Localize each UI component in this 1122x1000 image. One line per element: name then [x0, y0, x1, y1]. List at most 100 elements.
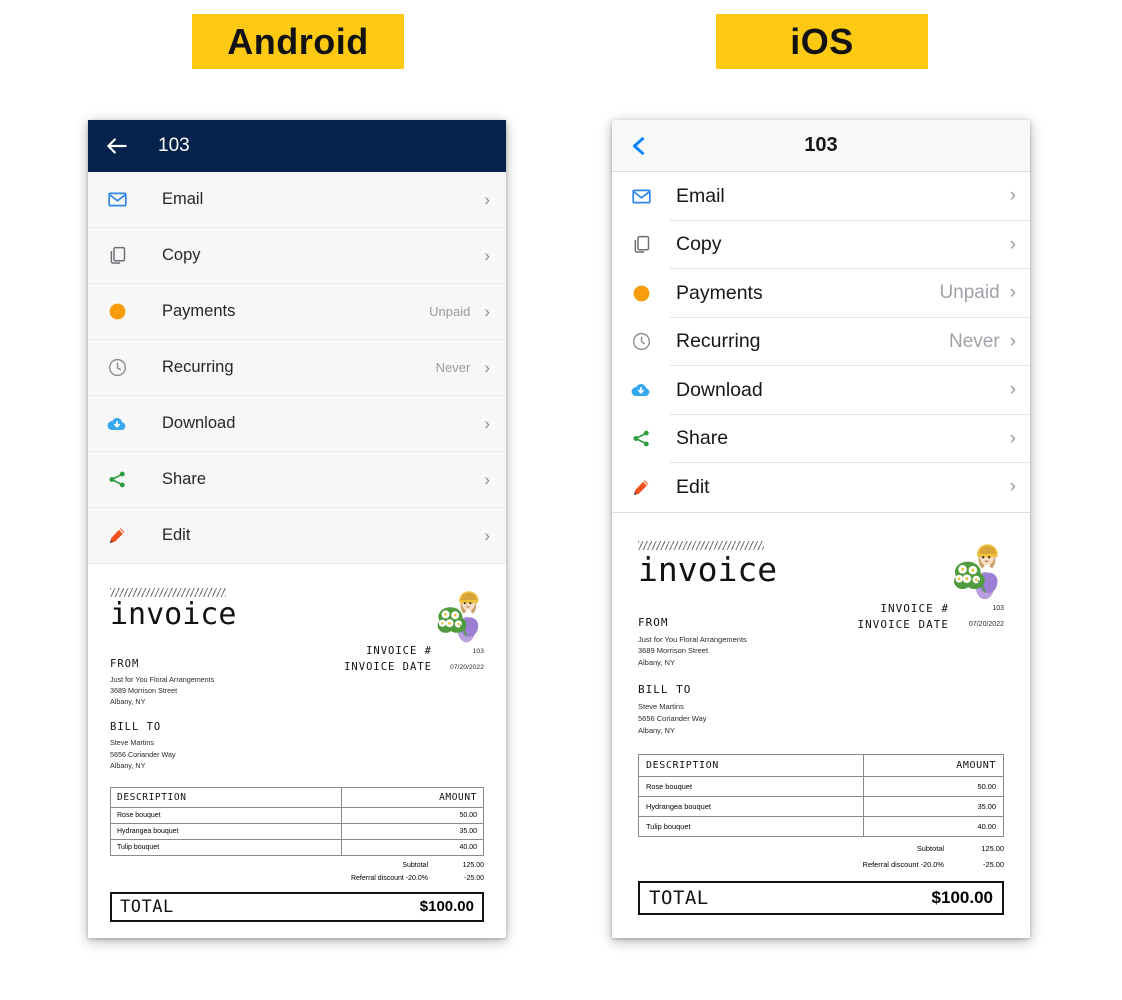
ios-menu-label: Email: [676, 184, 725, 207]
discount-label: Referral discount -20.0%: [350, 874, 428, 882]
chevron-right-icon: ›: [1009, 185, 1016, 207]
ios-menu-item-share[interactable]: Share ›: [612, 414, 1030, 463]
android-menu-item-recurring[interactable]: Recurring Never ›: [88, 340, 506, 396]
invoice-meta-value: 103: [472, 648, 484, 655]
android-menu-item-share[interactable]: Share ›: [88, 452, 506, 508]
android-app-bar: 103: [88, 120, 506, 172]
invoice-discount-row: Referral discount -20.0% -25.00: [110, 875, 484, 882]
chevron-right-icon: ›: [484, 245, 490, 265]
table-header-row: DESCRIPTION AMOUNT: [110, 786, 485, 808]
invoice-line-items-table: DESCRIPTION AMOUNT Rose bouquet 50.00 Hy…: [110, 786, 485, 856]
grand-total-value: $100.00: [931, 888, 993, 908]
invoice-meta-key: INVOICE #: [366, 645, 432, 657]
ios-menu-item-recurring[interactable]: Recurring Never ›: [612, 317, 1030, 366]
invoice-grand-total: TOTAL $100.00: [638, 881, 1004, 916]
ios-menu-item-copy[interactable]: Copy ›: [612, 220, 1030, 269]
invoice-hatch-decoration: [638, 540, 764, 550]
address-line: 3689 Morrison Street: [110, 686, 178, 696]
android-menu-item-edit[interactable]: Edit ›: [88, 508, 506, 564]
android-menu-label: Download: [162, 414, 236, 432]
invoice-billto-label: BILL TO: [110, 721, 162, 734]
cell-amount: 40.00: [340, 838, 485, 856]
invoice-meta-value: 103: [992, 604, 1004, 612]
address-line: Steve Martins: [638, 702, 684, 712]
cell-description: Rose bouquet: [110, 806, 342, 824]
flower-girl-illustration: [436, 588, 484, 644]
ios-menu-item-edit[interactable]: Edit ›: [612, 463, 1030, 512]
grand-total-label: TOTAL: [649, 887, 709, 910]
cell-description: Rose bouquet: [638, 776, 864, 798]
grand-total-label: TOTAL: [120, 896, 174, 917]
chevron-right-icon: ›: [1009, 330, 1016, 352]
ios-menu-label: Payments: [676, 281, 763, 304]
arrow-left-icon[interactable]: [104, 133, 130, 159]
android-menu-label: Recurring: [162, 358, 234, 376]
table-header-row: DESCRIPTION AMOUNT: [638, 754, 1005, 778]
android-menu-item-copy[interactable]: Copy ›: [88, 228, 506, 284]
invoice-meta: INVOICE # INVOICE DATE 103 07/20/2022: [857, 601, 1004, 737]
invoice-from-address: Just for You Floral Arrangements 3689 Mo…: [110, 674, 214, 707]
android-menu-item-download[interactable]: Download ›: [88, 396, 506, 452]
ios-menu-item-email[interactable]: Email ›: [612, 172, 1030, 221]
cell-description: Hydrangea bouquet: [638, 796, 864, 818]
dot-icon: [628, 280, 654, 306]
invoice-grand-total: TOTAL $100.00: [110, 891, 484, 922]
android-menu-label: Share: [162, 470, 207, 488]
invoice-discount-row: Referral discount -20.0% -25.00: [638, 860, 1004, 869]
android-page-title: 103: [158, 135, 190, 156]
chevron-right-icon: ›: [484, 413, 490, 433]
ios-menu-label: Edit: [676, 475, 710, 498]
table-row: Tulip bouquet 40.00: [110, 838, 485, 856]
address-line: 5656 Coriander Way: [638, 714, 707, 723]
ios-menu-label: Share: [676, 427, 729, 450]
subtotal-label: Subtotal: [402, 861, 428, 869]
address-line: Albany, NY: [110, 697, 146, 707]
chevron-right-icon: ›: [484, 469, 490, 489]
address-line: Just for You Floral Arrangements: [638, 634, 747, 644]
invoice-billto-label: BILL TO: [638, 683, 692, 697]
ios-list-spacer: [612, 512, 1030, 525]
chevron-right-icon: ›: [1009, 476, 1016, 498]
android-menu-item-email[interactable]: Email ›: [88, 172, 506, 228]
copy-icon: [104, 243, 130, 269]
dot-icon: [104, 299, 130, 325]
invoice-from-address: Just for You Floral Arrangements 3689 Mo…: [638, 634, 747, 669]
chevron-right-icon: ›: [1009, 282, 1016, 304]
clock-icon: [104, 355, 130, 381]
invoice-line-items-table: DESCRIPTION AMOUNT Rose bouquet 50.00 Hy…: [638, 754, 1005, 838]
copy-icon: [628, 232, 654, 258]
invoice-hatch-decoration: [110, 588, 226, 597]
invoice-billto-address: Steve Martins 5656 Coriander Way Albany,…: [638, 701, 747, 736]
ios-menu-item-payments[interactable]: Payments Unpaid ›: [612, 269, 1030, 318]
chevron-right-icon: ›: [484, 189, 490, 209]
ios-menu-label: Copy: [676, 233, 722, 256]
invoice-meta-value: 07/20/2022: [968, 620, 1004, 628]
android-menu-label: Payments: [162, 302, 236, 320]
share-icon: [104, 467, 130, 493]
subtotal-value: 125.00: [462, 861, 484, 869]
address-line: Steve Martins: [110, 738, 154, 748]
cell-description: Tulip bouquet: [638, 816, 864, 838]
android-menu-list: Email › Copy › Payments Unpaid › Recurri…: [88, 172, 506, 564]
address-line: 3689 Morrison Street: [638, 646, 709, 656]
android-menu-value: Unpaid: [429, 304, 471, 319]
cell-amount: 40.00: [862, 816, 1005, 838]
chevron-right-icon: ›: [1009, 233, 1016, 255]
ios-menu-item-download[interactable]: Download ›: [612, 366, 1030, 415]
ios-menu-list: Email › Copy › Payments Unpaid › Recurri…: [612, 172, 1030, 513]
address-line: 5656 Coriander Way: [110, 749, 176, 759]
column-header-amount: AMOUNT: [862, 754, 1005, 778]
discount-value: -25.00: [464, 874, 484, 882]
chevron-right-icon: ›: [484, 525, 490, 545]
cell-amount: 50.00: [340, 806, 485, 824]
chevron-right-icon: ›: [1009, 427, 1016, 449]
platform-label-android: Android: [192, 14, 404, 69]
envelope-icon: [104, 187, 130, 213]
share-icon: [628, 426, 654, 452]
ios-menu-value: Unpaid: [939, 282, 1000, 304]
envelope-icon: [628, 183, 654, 209]
android-menu-item-payments[interactable]: Payments Unpaid ›: [88, 284, 506, 340]
pencil-icon: [628, 474, 654, 500]
cell-amount: 50.00: [862, 776, 1005, 798]
table-row: Rose bouquet 50.00: [110, 806, 485, 824]
